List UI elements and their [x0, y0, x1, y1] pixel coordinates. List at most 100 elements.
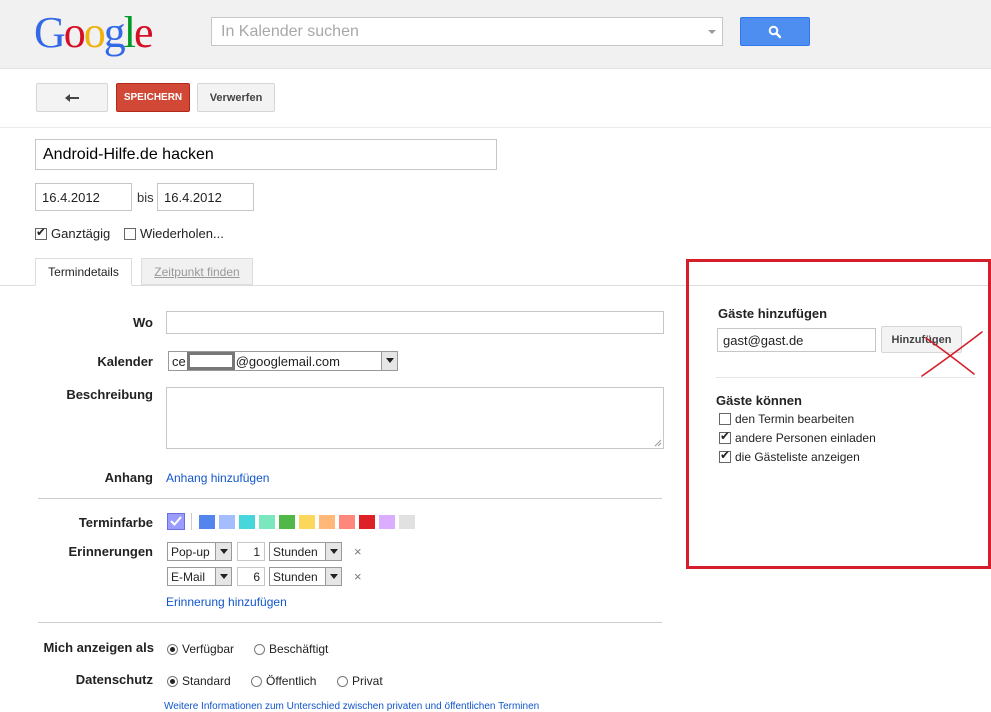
- reminder-amount-input[interactable]: 6: [237, 567, 265, 586]
- reminder-method-select[interactable]: Pop-up: [167, 542, 232, 561]
- guests-divider: [716, 377, 976, 378]
- calendar-value-suffix: @googlemail.com: [235, 353, 340, 369]
- description-textarea[interactable]: [166, 387, 664, 449]
- repeat-checkbox[interactable]: [124, 227, 136, 240]
- color-swatch[interactable]: [259, 515, 275, 529]
- repeat-option[interactable]: Wiederholen...: [124, 226, 224, 241]
- all-day-option[interactable]: Ganztägig: [35, 225, 110, 241]
- logo-letter: G: [34, 8, 66, 57]
- show-as-busy-option[interactable]: Beschäftigt: [254, 642, 328, 656]
- discard-button[interactable]: Verwerfen: [197, 83, 275, 112]
- reminder-method-select[interactable]: E-Mail: [167, 567, 232, 586]
- description-label: Beschreibung: [66, 387, 153, 402]
- remove-reminder-icon[interactable]: ×: [354, 544, 362, 559]
- private-label: Privat: [352, 674, 383, 688]
- red-cross-mark-icon: [921, 331, 983, 377]
- where-input[interactable]: [166, 311, 664, 334]
- back-arrow-icon: [65, 93, 79, 102]
- reminder-method-value: Pop-up: [171, 544, 210, 559]
- color-swatch[interactable]: [279, 515, 295, 529]
- privacy-private-option[interactable]: Privat: [337, 674, 383, 688]
- chevron-down-icon: [381, 352, 397, 370]
- color-swatch[interactable]: [399, 515, 415, 529]
- logo-letter: o: [83, 8, 106, 57]
- checkmark-icon: [170, 516, 182, 526]
- radio-busy[interactable]: [254, 643, 265, 655]
- end-date-input[interactable]: 16.4.2012: [157, 183, 254, 211]
- date-range-separator: bis: [137, 190, 154, 205]
- privacy-public-option[interactable]: Öffentlich: [251, 674, 316, 688]
- selected-color-swatch[interactable]: [167, 513, 185, 530]
- radio-public[interactable]: [251, 675, 262, 687]
- logo-letter: e: [134, 8, 153, 57]
- color-swatch[interactable]: [339, 515, 355, 529]
- reminder-unit-value: Stunden: [273, 544, 318, 559]
- tab-find-time[interactable]: Zeitpunkt finden: [141, 258, 253, 285]
- section-divider: [38, 498, 662, 499]
- chevron-down-icon: [325, 543, 341, 560]
- tab-event-details[interactable]: Termindetails: [35, 258, 132, 286]
- chevron-down-icon: [215, 543, 231, 560]
- permission-edit-label: den Termin bearbeiten: [735, 412, 855, 426]
- busy-label: Beschäftigt: [269, 642, 329, 656]
- calendar-select[interactable]: ce @googlemail.com: [168, 351, 398, 371]
- guests-can-title: Gäste können: [716, 393, 802, 408]
- color-swatch[interactable]: [379, 515, 395, 529]
- permission-edit-option[interactable]: den Termin bearbeiten: [719, 412, 854, 426]
- reminder-unit-select[interactable]: Stunden: [269, 542, 342, 561]
- add-reminder-link[interactable]: Erinnerung hinzufügen: [166, 595, 287, 609]
- reminders-label: Erinnerungen: [68, 544, 153, 559]
- color-swatch[interactable]: [239, 515, 255, 529]
- search-input[interactable]: [212, 18, 692, 45]
- reminder-unit-value: Stunden: [273, 569, 318, 584]
- event-title-input[interactable]: Android-Hilfe.de hacken: [35, 139, 497, 170]
- save-button[interactable]: SPEICHERN: [116, 83, 190, 112]
- logo-letter: l: [123, 8, 136, 57]
- all-day-checkbox[interactable]: [35, 225, 47, 240]
- search-box: [211, 17, 723, 46]
- permission-see-list-label: die Gästeliste anzeigen: [735, 450, 860, 464]
- remove-reminder-icon[interactable]: ×: [354, 569, 362, 584]
- permission-invite-checkbox[interactable]: [719, 429, 731, 444]
- privacy-default-option[interactable]: Standard: [167, 674, 231, 688]
- start-date-input[interactable]: 16.4.2012: [35, 183, 132, 211]
- color-swatch[interactable]: [319, 515, 335, 529]
- radio-default[interactable]: [167, 675, 178, 687]
- default-label: Standard: [182, 674, 231, 688]
- radio-available[interactable]: [167, 643, 178, 655]
- public-label: Öffentlich: [266, 674, 317, 688]
- permission-edit-checkbox[interactable]: [719, 413, 731, 425]
- calendar-label: Kalender: [97, 354, 153, 369]
- back-button[interactable]: [36, 83, 108, 112]
- event-color-label: Terminfarbe: [78, 515, 153, 530]
- color-swatch[interactable]: [359, 515, 375, 529]
- privacy-info-link[interactable]: Weitere Informationen zum Unterschied zw…: [164, 701, 539, 712]
- permission-see-list-option[interactable]: die Gästeliste anzeigen: [719, 448, 860, 464]
- permission-see-list-checkbox[interactable]: [719, 448, 731, 463]
- show-as-label: Mich anzeigen als: [43, 640, 154, 655]
- radio-private[interactable]: [337, 675, 348, 687]
- section-divider: [38, 622, 662, 623]
- show-as-available-option[interactable]: Verfügbar: [167, 642, 234, 656]
- permission-invite-option[interactable]: andere Personen einladen: [719, 429, 876, 445]
- where-label: Wo: [133, 315, 153, 330]
- color-swatch[interactable]: [299, 515, 315, 529]
- repeat-label: Wiederholen...: [140, 226, 224, 241]
- calendar-value-prefix: ce: [172, 353, 186, 369]
- add-attachment-link[interactable]: Anhang hinzufügen: [166, 471, 269, 485]
- search-button[interactable]: [740, 17, 810, 46]
- available-label: Verfügbar: [182, 642, 235, 656]
- color-swatch[interactable]: [199, 515, 215, 529]
- google-logo[interactable]: Google: [34, 8, 153, 58]
- reminder-amount-input[interactable]: 1: [237, 542, 265, 561]
- reminder-unit-select[interactable]: Stunden: [269, 567, 342, 586]
- attachment-label: Anhang: [104, 470, 153, 485]
- toolbar-divider: [0, 127, 991, 128]
- color-swatch[interactable]: [219, 515, 235, 529]
- search-dropdown-arrow-icon[interactable]: [708, 30, 716, 34]
- color-separator: [191, 513, 192, 530]
- logo-letter: o: [63, 8, 86, 57]
- redacted-block: [186, 352, 235, 370]
- guest-email-input[interactable]: gast@gast.de: [717, 328, 876, 352]
- resize-handle-icon[interactable]: [654, 439, 662, 447]
